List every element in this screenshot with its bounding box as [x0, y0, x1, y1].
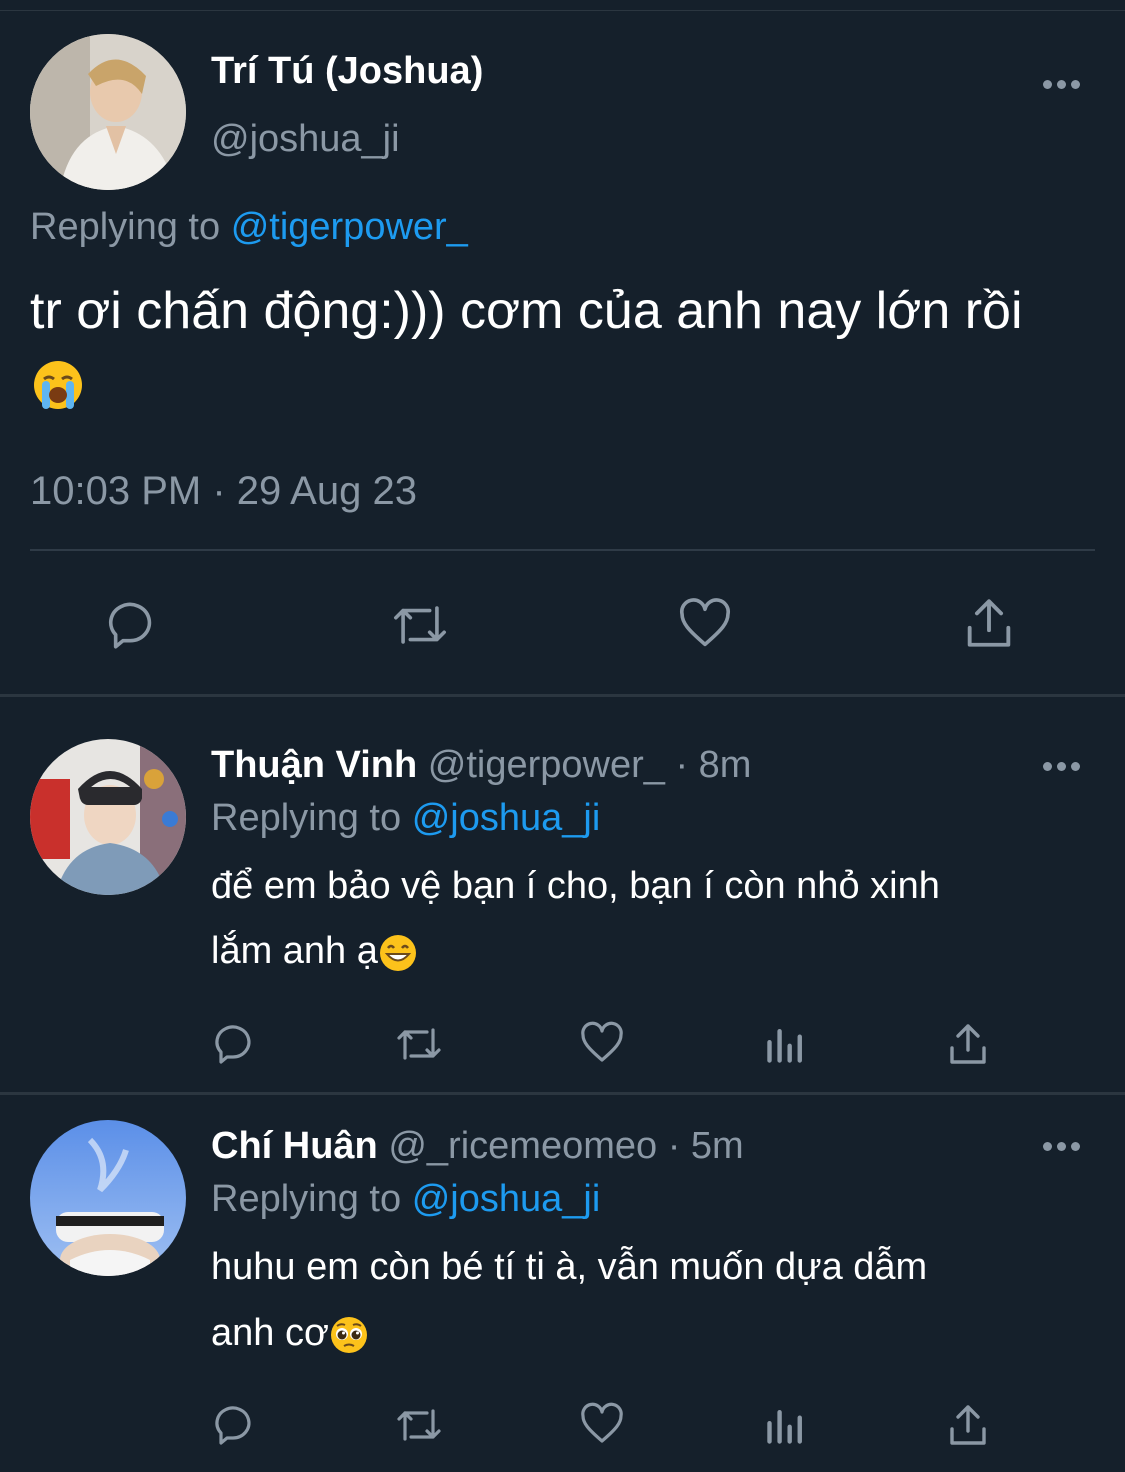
avatar[interactable]: [30, 34, 186, 190]
reply-icon[interactable]: [213, 1401, 261, 1449]
divider: [30, 549, 1095, 551]
replying-prefix: Replying to: [211, 797, 402, 839]
timestamp[interactable]: 10:03 PM · 29 Aug 23: [30, 467, 417, 515]
display-name[interactable]: Thuận Vinh: [211, 744, 417, 786]
share-icon[interactable]: [944, 1020, 992, 1068]
replying-to: Replying to @joshua_ji: [211, 1176, 600, 1222]
reply-text-line-1: để em bảo vệ bạn í cho, bạn í còn nhỏ xi…: [211, 865, 940, 907]
replying-prefix: Replying to: [30, 206, 221, 248]
more-options-icon[interactable]: [1043, 762, 1080, 771]
time[interactable]: · 5m: [668, 1125, 744, 1167]
handle[interactable]: @tigerpower_: [428, 744, 665, 786]
handle[interactable]: @_ricemeomeo: [388, 1125, 657, 1167]
replying-to: Replying to @tigerpower_: [30, 204, 468, 250]
avatar[interactable]: [30, 739, 186, 895]
avatar[interactable]: [30, 1120, 186, 1276]
reply-icon[interactable]: [106, 596, 164, 654]
replying-to: Replying to @joshua_ji: [211, 795, 600, 841]
views-icon[interactable]: [764, 1022, 808, 1066]
grinning-face-icon: [378, 933, 418, 973]
retweet-icon[interactable]: [388, 596, 452, 654]
reply-header: Chí Huân @_ricemeomeo · 5m: [211, 1123, 744, 1169]
more-options-icon[interactable]: [1043, 80, 1080, 89]
like-icon[interactable]: [578, 1020, 626, 1068]
pleading-face-icon: [329, 1315, 369, 1355]
tweet-text: tr ơi chấn động:))) cơm của anh nay lớn …: [30, 282, 1023, 340]
handle[interactable]: @joshua_ji: [211, 116, 400, 162]
replying-to-link[interactable]: @joshua_ji: [412, 797, 601, 839]
top-divider: [0, 0, 1125, 11]
display-name[interactable]: Chí Huân: [211, 1125, 378, 1167]
share-icon[interactable]: [944, 1401, 992, 1449]
reply-text-line-2: lắm anh ạ: [211, 927, 418, 975]
retweet-icon[interactable]: [392, 1401, 446, 1449]
reply-icon[interactable]: [213, 1020, 261, 1068]
retweet-icon[interactable]: [392, 1020, 446, 1068]
like-icon[interactable]: [578, 1401, 626, 1449]
reply-text: anh cơ: [211, 1312, 329, 1354]
loudly-crying-face-icon: [32, 359, 84, 411]
replying-prefix: Replying to: [211, 1178, 402, 1220]
reply-text-line-1: huhu em còn bé tí ti à, vẫn muốn dựa dẫm: [211, 1246, 928, 1288]
views-icon[interactable]: [764, 1403, 808, 1447]
replying-to-link[interactable]: @tigerpower_: [231, 206, 468, 248]
reply-text-line-2: anh cơ: [211, 1309, 369, 1357]
display-name[interactable]: Trí Tú (Joshua): [211, 48, 483, 94]
time[interactable]: · 8m: [675, 744, 751, 786]
reply-text: lắm anh ạ: [211, 930, 378, 972]
section-divider: [0, 694, 1125, 697]
section-divider: [0, 1092, 1125, 1095]
like-icon[interactable]: [676, 596, 734, 654]
more-options-icon[interactable]: [1043, 1142, 1080, 1151]
share-icon[interactable]: [960, 594, 1018, 652]
reply-header: Thuận Vinh @tigerpower_ · 8m: [211, 742, 751, 788]
replying-to-link[interactable]: @joshua_ji: [412, 1178, 601, 1220]
